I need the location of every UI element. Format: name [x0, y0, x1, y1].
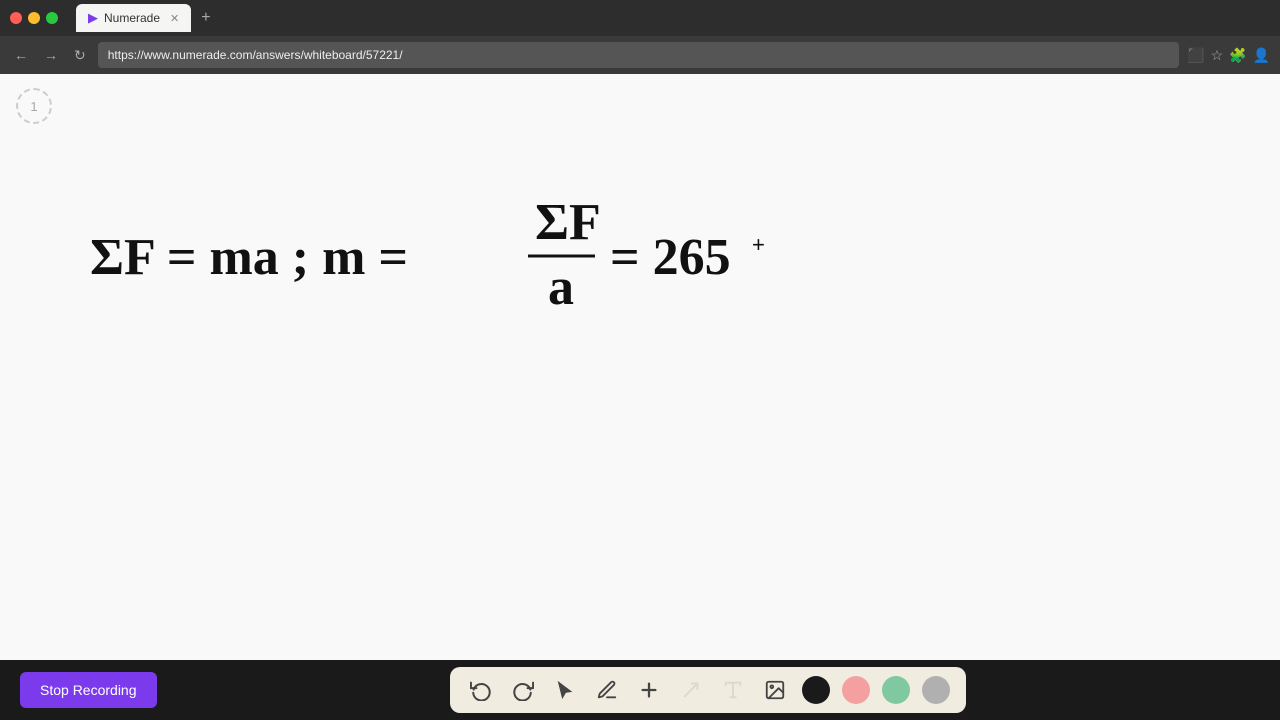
whiteboard-canvas[interactable]: 1 .handwritten { font-family: 'Segoe Scr…: [0, 74, 1280, 660]
account-icon[interactable]: 👤: [1253, 47, 1270, 64]
tab-bar: ▶ Numerade ✕ +: [76, 4, 1270, 32]
eq-superscript: +: [752, 232, 765, 257]
add-button[interactable]: [634, 675, 664, 705]
color-pink-button[interactable]: [842, 676, 870, 704]
undo-button[interactable]: [466, 675, 496, 705]
line-tool-button[interactable]: [676, 675, 706, 705]
eq-part1: ΣF = ma ; m =: [90, 229, 408, 286]
stop-recording-button[interactable]: Stop Recording: [20, 672, 157, 708]
select-tool-button[interactable]: [550, 675, 580, 705]
title-bar: ▶ Numerade ✕ +: [0, 0, 1280, 36]
active-tab[interactable]: ▶ Numerade ✕: [76, 4, 191, 32]
tab-favicon: ▶: [88, 10, 98, 26]
minimize-button[interactable]: [28, 12, 40, 24]
url-text: https://www.numerade.com/answers/whitebo…: [108, 48, 403, 62]
eq-result: = 265: [610, 229, 731, 286]
screencast-icon[interactable]: ⬛: [1187, 47, 1204, 64]
image-tool-button[interactable]: [760, 675, 790, 705]
address-bar[interactable]: https://www.numerade.com/answers/whitebo…: [98, 42, 1179, 68]
nav-bar: ← → ↻ https://www.numerade.com/answers/w…: [0, 36, 1280, 74]
text-tool-button[interactable]: [718, 675, 748, 705]
color-black-button[interactable]: [802, 676, 830, 704]
equation-svg: .handwritten { font-family: 'Segoe Scrip…: [80, 174, 780, 354]
bookmark-icon[interactable]: ☆: [1211, 47, 1224, 64]
new-tab-button[interactable]: +: [195, 7, 216, 29]
extension-icon[interactable]: 🧩: [1229, 47, 1246, 64]
toolbar-palette: [450, 667, 966, 713]
traffic-lights: [10, 12, 58, 24]
redo-button[interactable]: [508, 675, 538, 705]
tab-close-icon[interactable]: ✕: [170, 12, 179, 25]
refresh-button[interactable]: ↻: [70, 45, 90, 66]
close-button[interactable]: [10, 12, 22, 24]
pen-tool-button[interactable]: [592, 675, 622, 705]
math-expression: .handwritten { font-family: 'Segoe Scrip…: [80, 174, 780, 359]
nav-icons-right: ⬛ ☆ 🧩 👤: [1187, 47, 1270, 64]
eq-numerator: ΣF: [535, 194, 601, 251]
bottom-bar: Stop Recording: [0, 660, 1280, 720]
color-gray-button[interactable]: [922, 676, 950, 704]
tab-title: Numerade: [104, 11, 160, 25]
back-button[interactable]: ←: [10, 45, 32, 65]
browser-window: ▶ Numerade ✕ + ← → ↻ https://www.numerad…: [0, 0, 1280, 720]
color-green-button[interactable]: [882, 676, 910, 704]
eq-denominator: a: [548, 259, 574, 316]
forward-button[interactable]: →: [40, 45, 62, 65]
maximize-button[interactable]: [46, 12, 58, 24]
page-number-indicator: 1: [16, 88, 52, 124]
